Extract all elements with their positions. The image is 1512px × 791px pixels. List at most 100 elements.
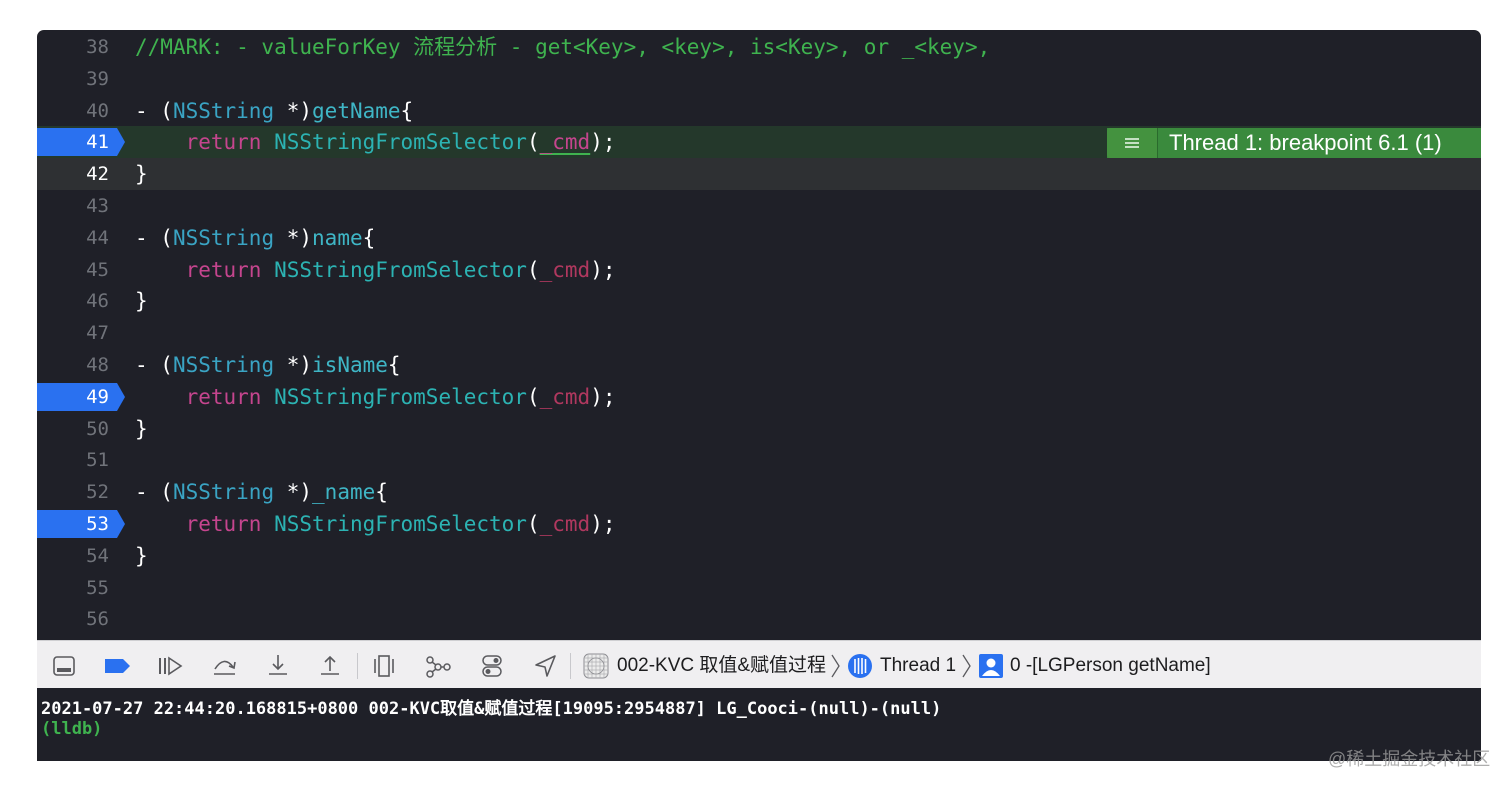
line-number: 55 [86,576,109,599]
code-token: ( [526,512,540,536]
simulate-location-button[interactable] [533,653,559,679]
code-token: _cmd [539,257,591,282]
code-token: { [400,98,414,123]
code-token: NSString [172,353,275,377]
code-line[interactable]: 40 - (NSString *)getName{ [37,95,1481,127]
code-token: _cmd [539,512,591,536]
code-token: *) [274,353,313,377]
console-output: 2021-07-27 22:44:20.168815+0800 002-KVC取… [41,699,942,719]
step-over-button[interactable] [211,653,237,679]
code-token: NSStringFromSelector [274,512,527,536]
line-number: 42 [86,163,109,186]
code-line[interactable]: 47 [37,317,1481,349]
code-text: return NSStringFromSelector(_cmd); [135,126,616,158]
code-line[interactable]: 38 //MARK: - valueForKey 流程分析 - get<Key>,… [37,31,1481,63]
debug-bar: 002-KVC 取值&赋值过程 Thread 1 0 -[LGPerson ge… [37,640,1481,690]
breadcrumb-project[interactable]: 002-KVC 取值&赋值过程 [617,653,826,679]
code-token: //MARK: - valueForKey 流程分析 - get<Key>, <… [135,35,991,59]
code-line[interactable]: 42} [37,158,1481,191]
code-line[interactable]: 53 return NSStringFromSelector(_cmd); [37,508,1481,540]
environment-overrides-button[interactable] [479,653,505,679]
breakpoint-annotation[interactable]: Thread 1: breakpoint 6.1 (1) [1107,128,1481,158]
code-line[interactable]: 52 - (NSString *)_name{ [37,476,1481,508]
code-line[interactable]: 49 return NSStringFromSelector(_cmd); [37,381,1481,413]
location-arrow-icon [535,655,556,677]
line-number: 53 [86,513,109,535]
line-number: 45 [86,258,109,281]
code-token: *) [274,480,313,505]
code-text: } [135,285,148,317]
watermark: @稀土掘金技术社区 [1328,749,1491,769]
code-token: { [375,480,388,505]
code-text: } [135,540,148,572]
code-line[interactable]: 54} [37,540,1481,572]
toolbar-divider [570,653,571,679]
code-line[interactable]: 46} [37,285,1481,317]
breakpoint-marker[interactable]: 53 [37,510,125,538]
code-token: name [312,225,363,250]
code-token: NSStringFromSelector [274,384,527,409]
line-number: 49 [86,385,109,408]
line-number: 43 [86,195,109,217]
code-line[interactable]: 48 - (NSString *)isName{ [37,349,1481,381]
annotation-menu-button[interactable] [1107,128,1158,158]
source-editor[interactable]: 38 //MARK: - valueForKey 流程分析 - get<Key>,… [37,30,1481,640]
lldb-prompt[interactable]: (lldb) [41,719,102,739]
code-token: ); [590,512,616,536]
debug-console[interactable]: 2021-07-27 22:44:20.168815+0800 002-KVC取… [37,688,1481,761]
step-over-icon [214,660,236,675]
breakpoint-icon [105,659,130,673]
code-line[interactable]: 44 - (NSString *)name{ [37,222,1481,254]
code-token: _name [312,480,376,505]
continue-icon [159,656,183,676]
line-number: 44 [86,226,109,249]
line-number: 47 [86,322,109,345]
code-token: NSStringFromSelector [274,257,527,282]
code-text: return NSStringFromSelector(_cmd); [135,254,616,286]
code-token: { [387,353,401,377]
code-token: - ( [135,225,173,250]
code-token: return [185,130,262,155]
code-line[interactable]: 55 [37,572,1481,604]
breadcrumb-thread[interactable]: Thread 1 [880,653,956,679]
code-token: - ( [135,353,173,377]
line-number: 39 [86,67,109,90]
console-panel-icon [53,656,75,676]
code-line[interactable]: 43 [37,190,1481,222]
code-token: ); [590,257,616,282]
code-token: ); [590,384,616,409]
app-target-icon [583,653,609,679]
breakpoint-marker[interactable]: 49 [37,382,125,411]
code-text: } [135,413,148,445]
breakpoint-marker[interactable]: 41 [37,128,125,157]
hide-console-button[interactable] [51,653,77,679]
code-text: } [135,158,148,190]
memory-graph-icon [426,656,451,678]
breadcrumb-frame[interactable]: 0 -[LGPerson getName] [1010,653,1211,679]
breakpoints-toggle-button[interactable] [103,653,130,679]
memory-graph-button[interactable] [425,653,451,679]
code-line[interactable]: 51 [37,444,1481,476]
code-line[interactable]: 39 [37,63,1481,95]
code-token: NSString [172,98,275,123]
code-token: NSStringFromSelector [274,130,527,155]
code-line[interactable]: 56 [37,603,1481,635]
step-into-button[interactable] [265,653,291,679]
code-line[interactable]: 50} [37,413,1481,445]
step-into-icon [269,655,287,675]
code-line[interactable]: 45 return NSStringFromSelector(_cmd); [37,254,1481,286]
line-number: 51 [86,449,109,472]
continue-button[interactable] [156,653,183,679]
code-token: ( [526,384,540,409]
chevron-right-icon [831,654,840,678]
toggles-icon [482,655,502,677]
view-debugger-button[interactable] [371,653,397,679]
step-out-button[interactable] [317,653,343,679]
code-token: } [135,543,148,568]
code-token: NSString [172,225,275,250]
